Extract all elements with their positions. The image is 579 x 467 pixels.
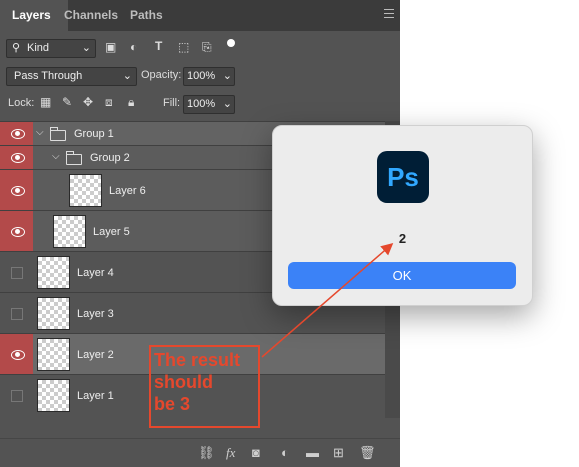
annotation-arrow [261,243,394,358]
arrow-line [261,243,394,358]
